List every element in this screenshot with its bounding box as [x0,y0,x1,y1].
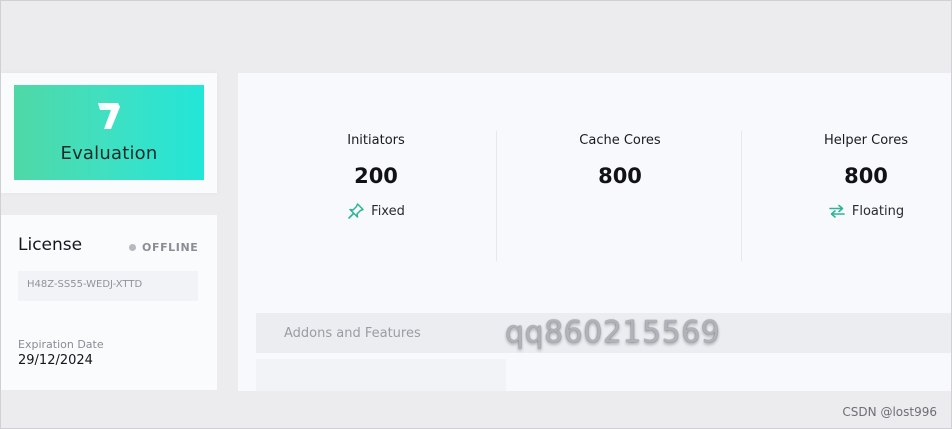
stat-label: Initiators [347,133,405,148]
screenshot-frame: Evaluation License OFFLINE H48Z-SS55-WED… [0,0,952,429]
list-item [256,359,506,391]
status-text: OFFLINE [142,241,199,254]
license-key-field[interactable]: H48Z-SS55-WEDJ-XTTD [18,271,198,301]
status-dot-icon [129,244,136,251]
stat-divider [741,131,742,261]
expiration-value: 29/12/2024 [18,353,93,368]
stat-tag-label: Floating [851,203,905,219]
stat-label: Cache Cores [579,133,661,148]
brand-card: Evaluation [1,73,217,193]
brand-logo-icon [98,103,120,129]
status-badge: OFFLINE [129,241,198,254]
addons-title: Addons and Features [284,326,421,341]
stat-tag: Floating [766,202,951,220]
watermark-text: qq860215569 [505,315,721,350]
license-card: License OFFLINE H48Z-SS55-WEDJ-XTTD Expi… [1,215,217,390]
stat-tag: Fixed [276,202,476,220]
stat-tag-label: Fixed [371,203,405,219]
stat-label: Helper Cores [824,133,908,148]
credit-text: CSDN @lost996 [842,405,937,419]
expiration-label: Expiration Date [18,338,104,351]
pin-icon [348,203,364,219]
brand-title: Evaluation [60,143,158,164]
stat-divider [496,131,497,261]
stat-cache-cores: Cache Cores 800 [520,133,720,188]
stat-helper-cores: Helper Cores 800 Floating [766,133,951,220]
stat-value: 800 [598,164,642,188]
stat-value: 200 [354,164,398,188]
stat-initiators: Initiators 200 Fixed [276,133,476,220]
license-title: License [18,235,83,255]
swap-arrows-icon [829,204,845,218]
stat-value: 800 [844,164,888,188]
brand-tile[interactable]: Evaluation [14,85,204,180]
